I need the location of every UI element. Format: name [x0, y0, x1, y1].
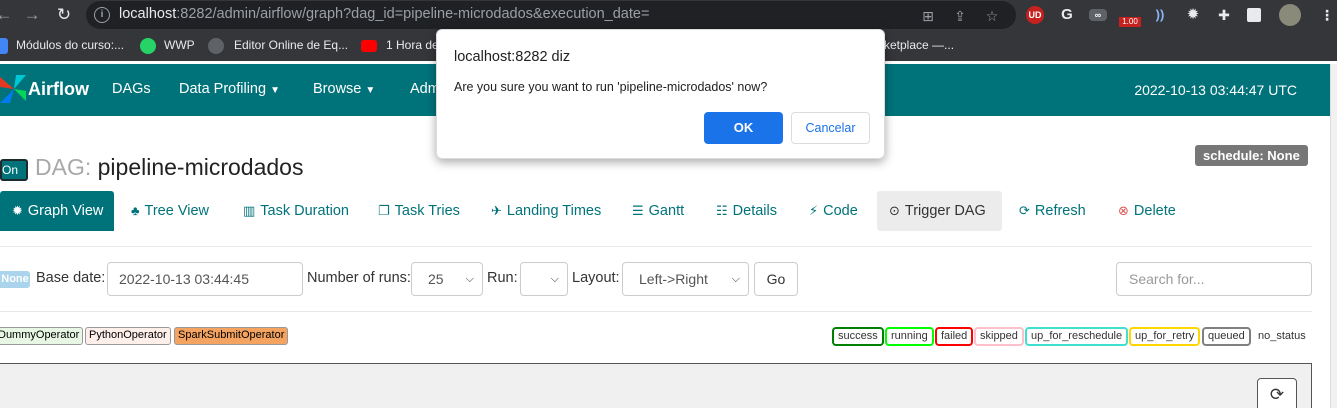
legend-skipped: skipped	[974, 327, 1024, 346]
search-input[interactable]: Search for...	[1116, 262, 1312, 296]
chevron-down-icon: ⌵	[550, 273, 559, 285]
divider	[0, 246, 1312, 247]
counter-badge: 1.00	[1119, 17, 1141, 27]
legend-no-status: no_status	[1252, 327, 1312, 346]
airflow-logo-icon	[0, 75, 26, 103]
num-runs-select[interactable]: 25 ⌵	[411, 262, 483, 296]
tab-tree-view[interactable]: ♣ Tree View	[119, 191, 221, 231]
bookmark-item[interactable]: Módulos do curso:...	[16, 38, 124, 52]
forward-icon[interactable]: →	[22, 5, 42, 25]
status-badge: None	[0, 271, 30, 288]
tab-graph-view[interactable]: ✹ Graph View	[0, 191, 114, 231]
legend-dummy-operator: DummyOperator	[0, 327, 84, 345]
layout-select[interactable]: Left->Right ⌵	[622, 262, 749, 296]
confirm-dialog: localhost:8282 diz Are you sure you want…	[436, 29, 885, 159]
schedule-badge: schedule: None	[1195, 145, 1308, 166]
num-runs-label: Number of runs:	[307, 270, 411, 286]
nav-browse[interactable]: Browse ▼	[313, 81, 375, 97]
dialog-message: Are you sure you want to run 'pipeline-m…	[454, 80, 768, 94]
tab-gantt[interactable]: ☰ Gantt	[620, 191, 696, 231]
wifi-extension-icon[interactable]: ))	[1151, 6, 1169, 24]
cancel-button[interactable]: Cancelar	[791, 112, 870, 144]
legend-spark-submit-operator: SparkSubmitOperator	[174, 327, 289, 345]
dialog-title: localhost:8282 diz	[454, 49, 571, 65]
bookmark-star-icon[interactable]: ☆	[984, 8, 1000, 24]
info-icon[interactable]: i	[94, 7, 110, 23]
flash-icon: ⚡	[809, 203, 819, 218]
puzzle-icon[interactable]: ✚	[1215, 6, 1233, 24]
ud-extension-icon[interactable]: UD	[1026, 6, 1044, 24]
tab-landing-times[interactable]: ✈ Landing Times	[479, 191, 613, 231]
legend-up-for-reschedule: up_for_reschedule	[1025, 327, 1129, 346]
share-icon[interactable]: ⇪	[952, 8, 968, 24]
tab-refresh[interactable]: ⟳ Refresh	[1007, 191, 1098, 231]
play-icon: ⊙	[889, 203, 900, 218]
go-button[interactable]: Go	[754, 262, 798, 296]
tab-task-duration[interactable]: ▥ Task Duration	[231, 191, 361, 231]
bookmark-icon	[0, 38, 8, 54]
legend-running: running	[885, 327, 934, 346]
server-clock: 2022-10-13 03:44:47 UTC	[1134, 82, 1297, 98]
sidepanel-icon[interactable]	[1247, 8, 1261, 22]
chevron-down-icon: ▼	[270, 85, 280, 96]
legend-success: success	[832, 327, 884, 346]
legend-python-operator: PythonOperator	[85, 327, 171, 345]
tab-delete[interactable]: ⊗ Delete	[1106, 191, 1188, 231]
youtube-icon	[361, 40, 377, 52]
legend-queued: queued	[1202, 327, 1251, 346]
page-title: DAG: pipeline-microdados	[35, 154, 304, 180]
chevron-down-icon: ▼	[365, 85, 376, 96]
run-select[interactable]: ⌵	[520, 262, 568, 296]
gear-icon[interactable]: ✹	[1184, 6, 1202, 24]
nav-dags[interactable]: DAGs	[112, 81, 151, 97]
nav-data-profiling[interactable]: Data Profiling ▼	[179, 81, 280, 97]
asterisk-icon: ✹	[12, 203, 23, 218]
graph-canvas[interactable]	[0, 363, 1312, 408]
bookmark-item[interactable]: 1 Hora de	[386, 38, 439, 52]
whatsapp-icon	[140, 38, 156, 54]
extension-icon[interactable]: ∞	[1089, 9, 1107, 21]
legend-up-for-retry: up_for_retry	[1129, 327, 1201, 346]
duplicate-icon: ❐	[378, 203, 390, 218]
remove-icon: ⊗	[1118, 203, 1129, 218]
url-text[interactable]: localhost:8282/admin/airflow/graph?dag_i…	[119, 6, 649, 22]
legend-failed: failed	[935, 327, 974, 346]
chevron-down-icon: ⌵	[731, 273, 740, 285]
refresh-icon: ⟳	[1019, 203, 1030, 218]
bookmark-item[interactable]: WWP	[164, 38, 195, 52]
menu-icon[interactable]: ⋮	[1318, 6, 1336, 24]
tree-icon: ♣	[131, 203, 140, 218]
globe-icon	[208, 38, 224, 54]
layout-label: Layout:	[572, 270, 620, 286]
run-label: Run:	[487, 270, 518, 286]
tab-task-tries[interactable]: ❐ Task Tries	[366, 191, 472, 231]
bookmark-item[interactable]: ketplace —...	[884, 38, 954, 52]
list-icon: ☷	[716, 203, 728, 218]
page-scrollbar[interactable]	[1330, 64, 1337, 408]
brand[interactable]: Airflow	[28, 79, 89, 100]
tab-details[interactable]: ☷ Details	[704, 191, 789, 231]
tab-trigger-dag[interactable]: ⊙ Trigger DAG	[877, 191, 1002, 231]
address-bar[interactable]: i localhost:8282/admin/airflow/graph?dag…	[86, 1, 1016, 29]
dag-toggle[interactable]: On	[0, 159, 28, 181]
ok-button[interactable]: OK	[704, 112, 783, 144]
bar-chart-icon: ▥	[243, 203, 256, 218]
plane-icon: ✈	[491, 203, 502, 218]
google-icon[interactable]: G	[1058, 6, 1076, 24]
back-icon[interactable]: ←	[0, 5, 14, 25]
bookmark-item[interactable]: Editor Online de Eq...	[234, 38, 348, 52]
base-date-label: Base date:	[36, 270, 106, 286]
avatar[interactable]	[1279, 4, 1301, 26]
tab-code[interactable]: ⚡ Code	[797, 191, 870, 231]
graph-refresh-button[interactable]: ⟳	[1257, 378, 1297, 408]
chevron-down-icon: ⌵	[465, 273, 474, 285]
browser-toolbar: ← → ↻ i localhost:8282/admin/airflow/gra…	[0, 0, 1337, 30]
translate-icon[interactable]: ⊞	[920, 8, 936, 24]
reload-icon[interactable]: ↻	[54, 5, 74, 25]
refresh-icon: ⟳	[1269, 385, 1285, 404]
divider	[0, 311, 1312, 312]
align-left-icon: ☰	[632, 203, 644, 218]
base-date-input[interactable]: 2022-10-13 03:44:45	[107, 262, 303, 296]
